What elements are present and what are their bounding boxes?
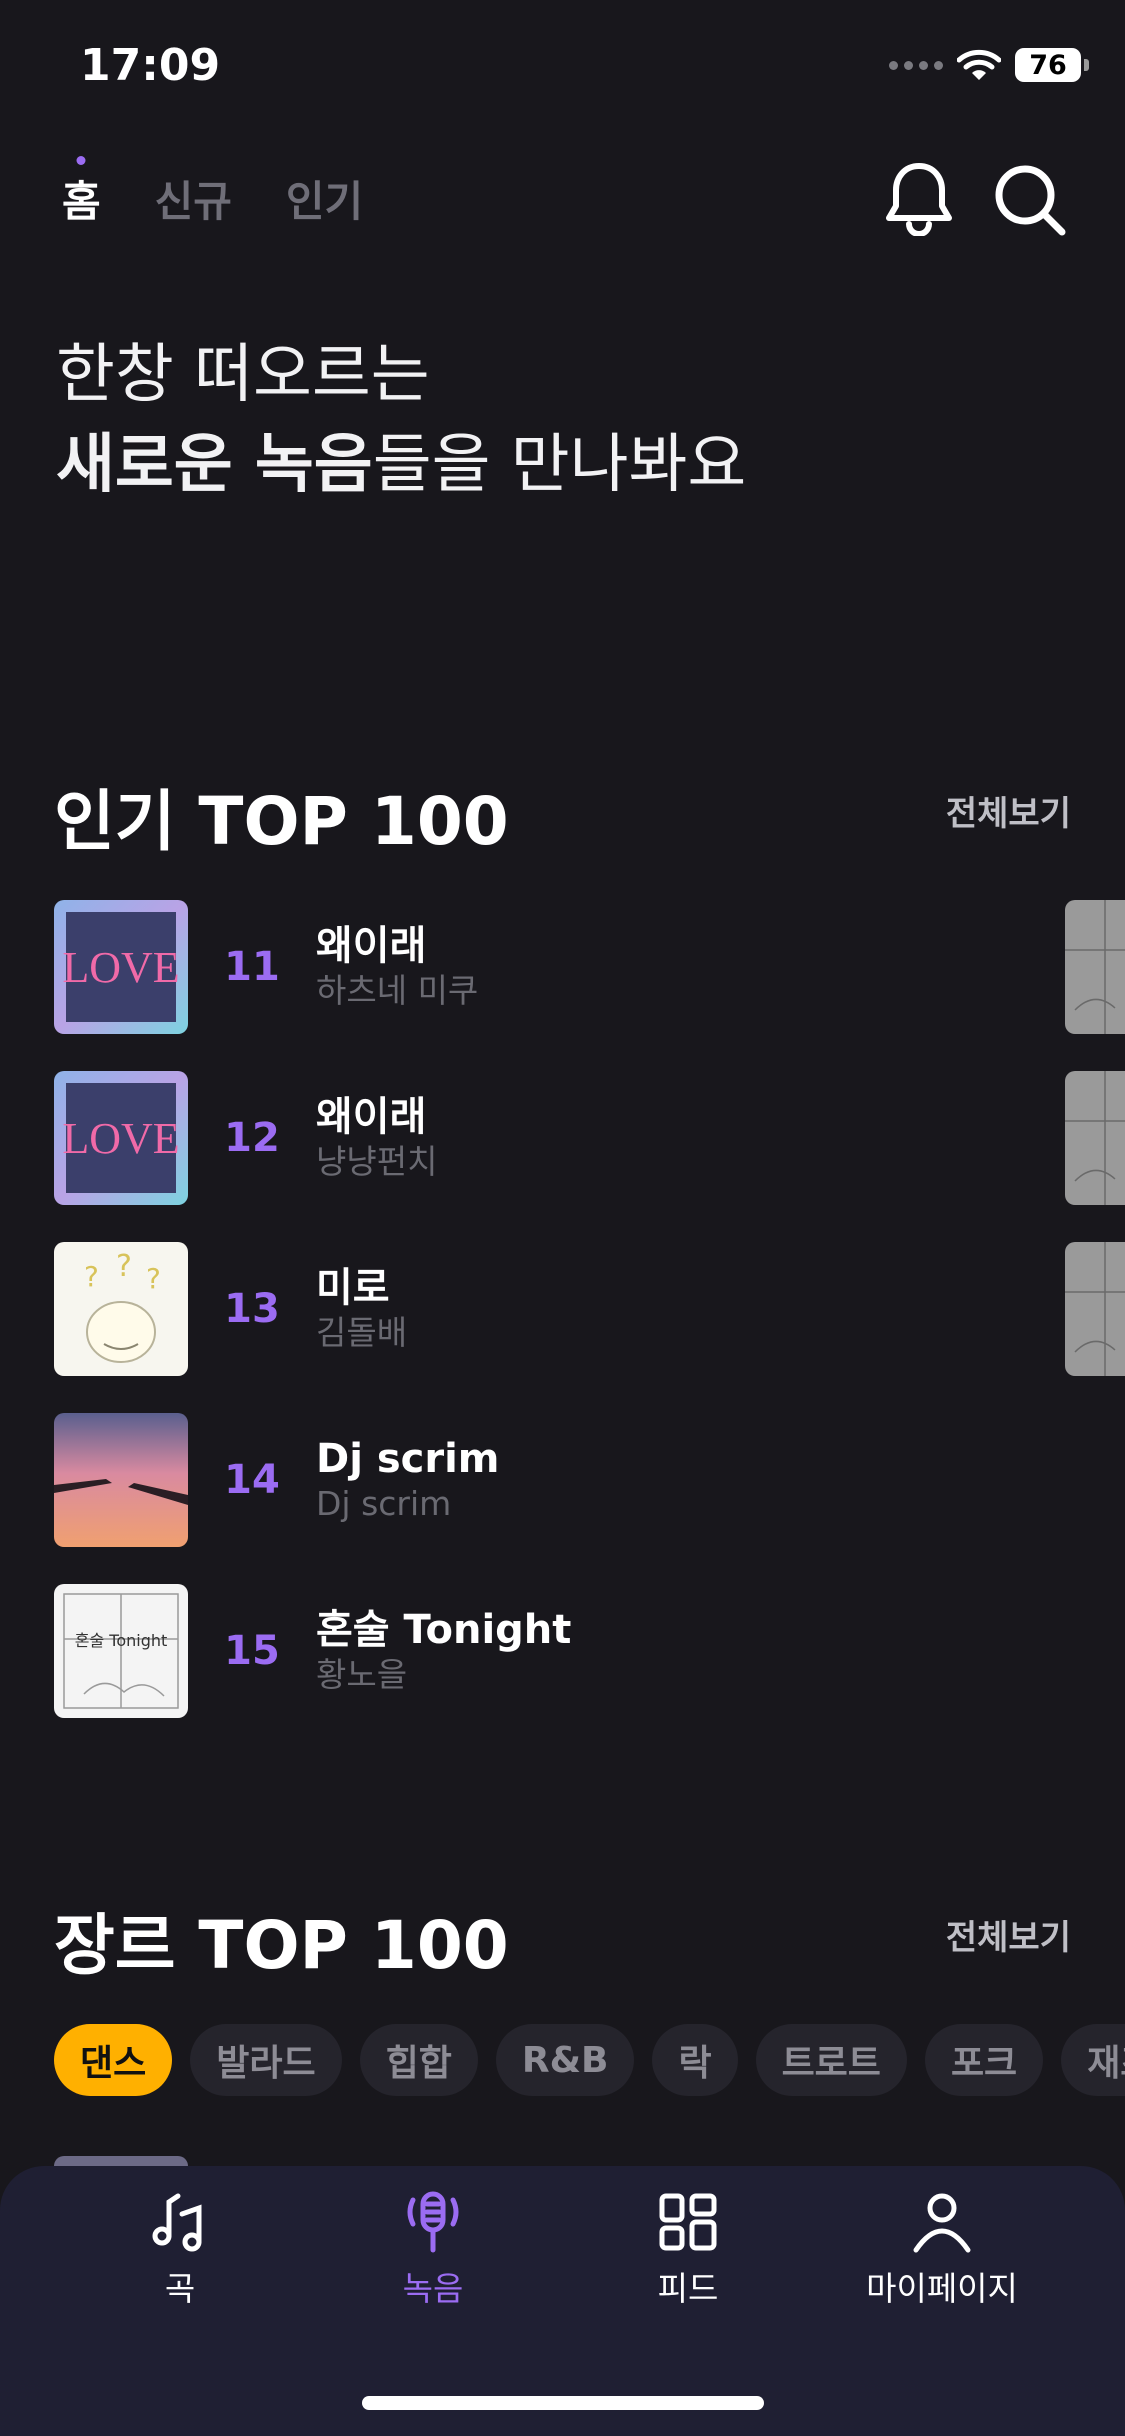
tab-popular[interactable]: 인기 (286, 168, 363, 229)
chart-row[interactable]: LOVE 12 왜이래 냥냥펀치 (54, 1071, 1054, 1205)
hero-text: 한창 떠오르는 새로운 녹음들을 만나봐요 (56, 330, 746, 510)
genre-chip-jazz[interactable]: 재즈 (1061, 2024, 1125, 2096)
genre-chip-folk[interactable]: 포크 (924, 2024, 1044, 2096)
tab-new[interactable]: 신규 (155, 168, 232, 229)
nav-recording[interactable]: 녹음 (333, 2190, 533, 2310)
song-artist: Dj scrim (316, 1484, 452, 1523)
search-icon[interactable] (992, 162, 1068, 238)
song-info: 혼술 Tonight 황노을 (316, 1606, 571, 1696)
home-indicator (362, 2396, 764, 2410)
rank-number: 13 (224, 1286, 280, 1332)
genre-chip-ballad[interactable]: 발라드 (190, 2024, 342, 2096)
rank-number: 12 (224, 1115, 280, 1161)
album-art-love-neon: LOVE (54, 900, 188, 1034)
song-artist: 김돌배 (316, 1313, 408, 1352)
bell-icon[interactable] (884, 160, 954, 236)
hero-line-1: 한창 떠오르는 (56, 338, 430, 412)
genre-chip-bar: 댄스 발라드 힙합 R&B 락 트로트 포크 재즈 (54, 2024, 1125, 2096)
svg-text:?: ? (116, 1249, 132, 1284)
song-title: 왜이래 (316, 1094, 427, 1140)
status-time: 17:09 (80, 40, 221, 91)
tab-label: 홈 (62, 177, 101, 226)
nav-feed[interactable]: 피드 (588, 2190, 788, 2310)
chart-row[interactable]: 혼술 Tonight 15 혼술 Tonight 황노을 (54, 1584, 1054, 1718)
grid-icon (659, 2193, 717, 2251)
svg-text:?: ? (146, 1262, 161, 1295)
active-tab-dot (76, 156, 86, 165)
nav-mypage[interactable]: 마이페이지 (842, 2190, 1042, 2310)
top-tabs: 홈 신규 인기 (62, 156, 363, 229)
song-artist: 황노을 (316, 1655, 408, 1694)
song-artist: 하츠네 미쿠 (316, 971, 479, 1010)
popular-section-title: 인기 TOP 100 (54, 783, 509, 860)
song-title: 혼술 Tonight (316, 1607, 572, 1653)
genre-chip-rnb[interactable]: R&B (495, 2024, 635, 2096)
svg-text:LOVE: LOVE (62, 1114, 179, 1163)
album-art-sunset-hands (54, 1413, 188, 1547)
svg-text:혼술 Tonight: 혼술 Tonight (75, 1631, 168, 1650)
chart-row[interactable]: LOVE 11 왜이래 하츠네 미쿠 (54, 900, 1054, 1034)
next-column-thumbnail[interactable] (1065, 1242, 1125, 1376)
album-art-love-neon: LOVE (54, 1071, 188, 1205)
nav-label: 피드 (657, 2269, 719, 2308)
song-info: 미로 김돌배 (316, 1264, 407, 1354)
song-title: 미로 (316, 1265, 390, 1311)
status-icons: 76 (889, 48, 1089, 82)
hero-highlight: 새로운 녹음 (56, 428, 373, 502)
rank-number: 11 (224, 944, 280, 990)
genre-section-title: 장르 TOP 100 (54, 1907, 509, 1984)
genre-chip-trot[interactable]: 트로트 (755, 2024, 907, 2096)
tab-label: 신규 (154, 177, 232, 226)
song-info: 왜이래 냥냥펀치 (316, 1093, 437, 1183)
popular-see-all-link[interactable]: 전체보기 (946, 786, 1071, 835)
person-icon (913, 2193, 971, 2253)
song-info: 왜이래 하츠네 미쿠 (316, 922, 478, 1012)
song-title: Dj scrim (316, 1436, 500, 1482)
rank-number: 14 (224, 1457, 280, 1503)
battery-icon: 76 (1015, 48, 1089, 82)
nav-label: 녹음 (402, 2269, 464, 2308)
album-art-sketch-window: 혼술 Tonight (54, 1584, 188, 1718)
nav-label: 곡 (164, 2269, 196, 2308)
nav-label: 마이페이지 (866, 2269, 1018, 2308)
chart-row[interactable]: ? ? ? 13 미로 김돌배 (54, 1242, 1054, 1376)
wifi-icon (957, 49, 1001, 80)
hero-line-2-rest: 들을 만나봐요 (372, 428, 747, 502)
genre-chip-hiphop[interactable]: 힙합 (359, 2024, 478, 2096)
song-title: 왜이래 (316, 923, 427, 969)
svg-text:LOVE: LOVE (62, 943, 179, 992)
music-note-icon (152, 2193, 202, 2252)
genre-chip-dance[interactable]: 댄스 (54, 2024, 173, 2096)
song-info: Dj scrim Dj scrim (316, 1435, 499, 1525)
next-column-thumbnail[interactable] (1065, 900, 1125, 1034)
song-artist: 냥냥펀치 (316, 1142, 438, 1181)
cellular-signal-icon (889, 60, 943, 70)
svg-text:?: ? (84, 1260, 99, 1293)
hero-line-2: 새로운 녹음들을 만나봐요 (56, 420, 746, 510)
tab-home[interactable]: 홈 (62, 156, 101, 229)
genre-chip-rock[interactable]: 락 (652, 2024, 738, 2096)
nav-song[interactable]: 곡 (80, 2190, 280, 2310)
genre-see-all-link[interactable]: 전체보기 (946, 1910, 1071, 1959)
chart-row[interactable]: 14 Dj scrim Dj scrim (54, 1413, 1054, 1547)
album-art-doodle: ? ? ? (54, 1242, 188, 1376)
microphone-icon (407, 2191, 459, 2253)
next-column-thumbnail[interactable] (1065, 1071, 1125, 1205)
rank-number: 15 (224, 1628, 280, 1674)
tab-label: 인기 (285, 177, 364, 226)
